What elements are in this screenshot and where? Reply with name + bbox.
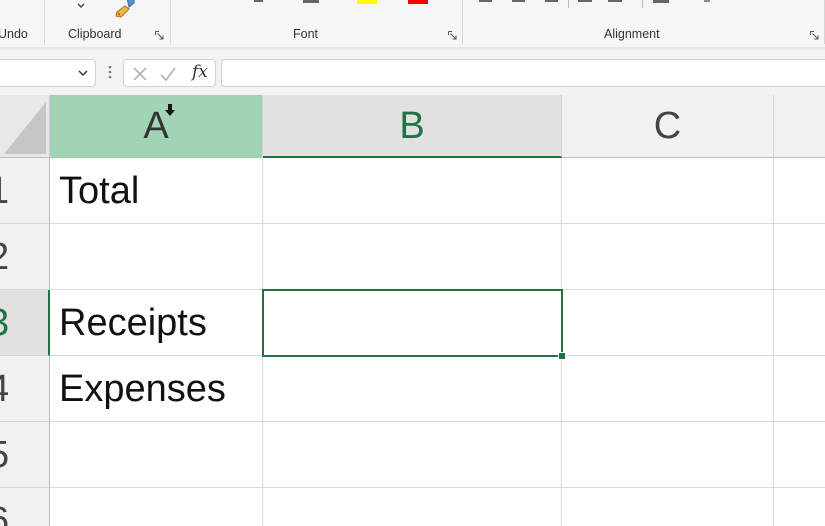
cell-a3[interactable]: Receipts (50, 290, 263, 356)
cell-d3[interactable] (774, 290, 825, 356)
separator-line (568, 0, 569, 8)
row-header-6[interactable]: 6 (0, 488, 50, 526)
name-box[interactable] (0, 59, 96, 87)
cell-b5[interactable] (263, 422, 562, 488)
font-dialog-launcher-icon[interactable] (448, 31, 457, 40)
cell-c5[interactable] (562, 422, 774, 488)
insert-function-button[interactable]: fx (192, 62, 208, 82)
cancel-icon[interactable] (130, 64, 150, 84)
group-label-alignment: Alignment (604, 27, 660, 41)
align-top-icon[interactable] (479, 0, 492, 2)
row-header-2[interactable]: 2 (0, 224, 50, 290)
chevron-down-icon[interactable] (77, 67, 89, 79)
font-color-swatch (408, 0, 428, 4)
cell-c3[interactable] (562, 290, 774, 356)
clipboard-dialog-launcher-icon[interactable] (155, 31, 164, 40)
cell-d6[interactable] (774, 488, 825, 526)
cell-b4[interactable] (263, 356, 562, 422)
group-label-font: Font (293, 27, 319, 41)
column-header-a[interactable]: A (50, 95, 263, 158)
cell-b1[interactable] (263, 158, 562, 224)
formula-bar: fx (0, 51, 825, 95)
group-separator (44, 0, 45, 44)
column-header-c[interactable]: C (562, 95, 774, 158)
formula-buttons: fx (123, 59, 216, 87)
group-separator (462, 0, 463, 44)
cell-a4[interactable]: Expenses (50, 356, 263, 422)
font-size-fragment-icon[interactable] (254, 0, 263, 2)
column-header-b[interactable]: B (263, 95, 562, 158)
fill-color-icon[interactable] (357, 0, 377, 4)
cell-b3-active[interactable] (262, 289, 563, 357)
formula-input[interactable] (221, 59, 825, 87)
column-header-d[interactable] (774, 95, 825, 158)
align-bottom-icon[interactable] (545, 0, 558, 2)
cell-c4[interactable] (562, 356, 774, 422)
worksheet-grid: A B C 1 2 3 4 5 6 Total Receipts Expense… (0, 95, 825, 526)
cell-a6[interactable] (50, 488, 263, 526)
cell-d5[interactable] (774, 422, 825, 488)
more-options-icon[interactable] (108, 64, 112, 80)
fill-color-swatch (357, 0, 377, 4)
align-middle-icon[interactable] (512, 0, 525, 2)
enter-check-icon[interactable] (158, 64, 178, 84)
row-header-3[interactable]: 3 (0, 290, 50, 356)
cell-c6[interactable] (562, 488, 774, 526)
cell-a1[interactable]: Total (50, 158, 263, 224)
cell-d1[interactable] (774, 158, 825, 224)
group-label-clipboard: Clipboard (68, 27, 122, 41)
fill-handle[interactable] (558, 352, 566, 360)
row-header-4[interactable]: 4 (0, 356, 50, 422)
ribbon: Undo Clipboard Font Alignment (0, 0, 825, 48)
cell-b6[interactable] (263, 488, 562, 526)
separator-line (642, 0, 643, 8)
cell-c2[interactable] (562, 224, 774, 290)
cell-d2[interactable] (774, 224, 825, 290)
border-icon[interactable] (303, 0, 319, 3)
cell-d4[interactable] (774, 356, 825, 422)
alignment-dialog-launcher-icon[interactable] (810, 31, 819, 40)
row-header-5[interactable]: 5 (0, 422, 50, 488)
wrap-text-label-fragment (704, 0, 710, 2)
cell-b2[interactable] (263, 224, 562, 290)
cell-a5[interactable] (50, 422, 263, 488)
orientation-icon[interactable] (578, 0, 592, 2)
wrap-text-icon[interactable] (653, 0, 669, 3)
column-select-cursor-icon (165, 104, 175, 116)
cell-a2[interactable] (50, 224, 263, 290)
select-all-triangle-icon (4, 102, 46, 154)
row-header-1[interactable]: 1 (0, 158, 50, 224)
select-all-button[interactable] (0, 95, 50, 158)
format-painter-icon[interactable] (113, 0, 137, 18)
dropdown-arrow-icon[interactable] (76, 2, 86, 10)
group-label-undo: Undo (0, 27, 28, 41)
group-separator (170, 0, 171, 44)
indent-icon[interactable] (608, 0, 622, 2)
font-color-icon[interactable] (408, 0, 428, 4)
cell-c1[interactable] (562, 158, 774, 224)
